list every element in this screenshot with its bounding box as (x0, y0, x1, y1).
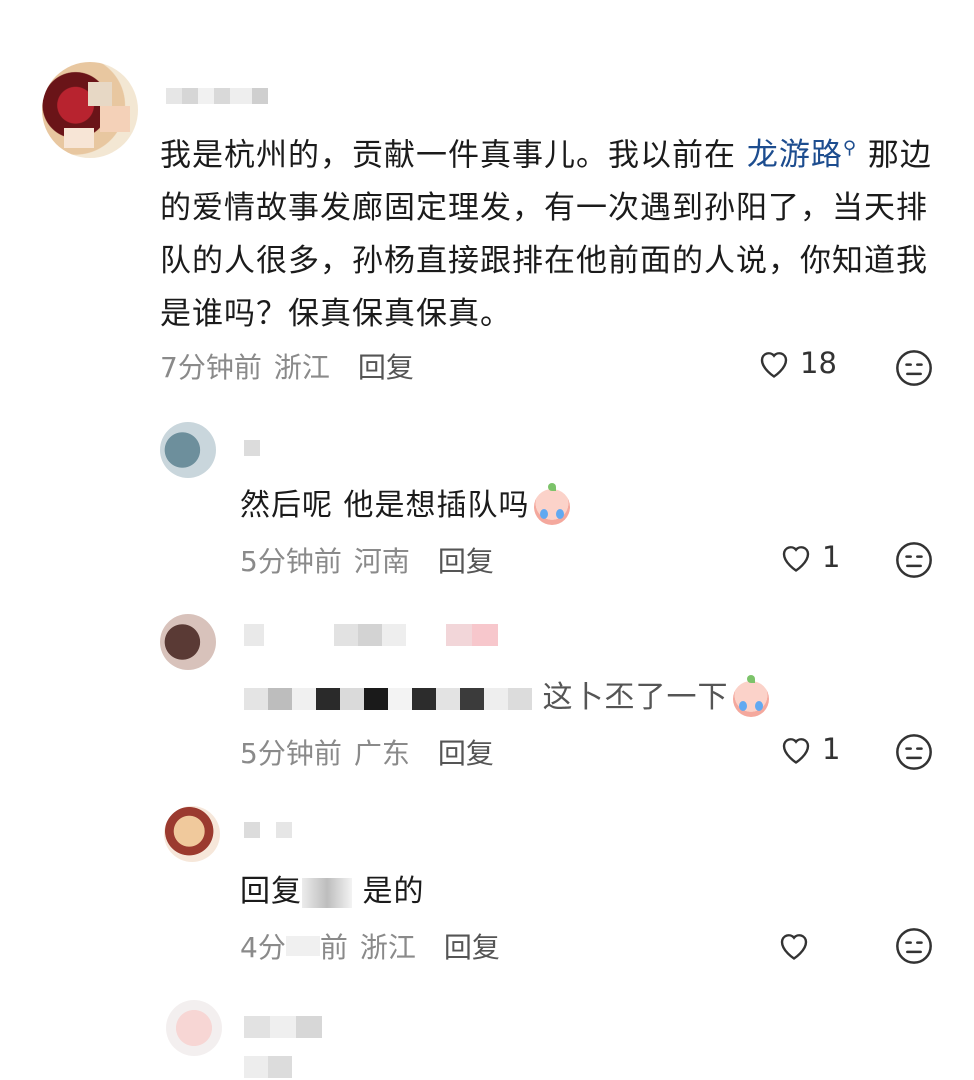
comment-text: 我是杭州的，贡献一件真事儿。我以前在 龙游路⚲ 那边的爱情故事发廊固定理发，有一… (160, 137, 932, 333)
like-button[interactable]: 1 (778, 540, 840, 574)
reply-button[interactable]: 回复 (358, 346, 414, 386)
obscured-text (244, 1056, 292, 1078)
comment-meta: 4分前 浙江 回复 (240, 926, 500, 966)
username-obscured[interactable] (244, 440, 260, 456)
location-label: 浙江 (359, 931, 416, 964)
obscured-text (244, 687, 532, 710)
avatar[interactable] (166, 1000, 222, 1056)
obscured-text (302, 877, 352, 908)
neutral-face-icon (896, 350, 932, 386)
avatar[interactable] (42, 62, 138, 158)
dislike-button[interactable] (894, 540, 934, 584)
like-count: 1 (822, 732, 841, 766)
neutral-face-icon (896, 542, 932, 578)
heart-outline-icon (760, 352, 788, 378)
timestamp: 7分钟前 (160, 351, 262, 384)
dislike-button[interactable] (894, 926, 934, 970)
username-obscured[interactable] (244, 822, 292, 838)
laughing-emoji-icon (732, 674, 769, 717)
location-label: 河南 (353, 545, 410, 578)
comment-meta: 5分钟前 广东 回复 (240, 732, 494, 772)
location-label: 浙江 (273, 351, 330, 384)
comment-thread: 我是杭州的，贡献一件真事儿。我以前在 龙游路⚲ 那边的爱情故事发廊固定理发，有一… (0, 0, 974, 1080)
reply-button[interactable]: 回复 (444, 926, 500, 966)
comment-text: 回复 是的 (240, 874, 425, 909)
comment-meta: 5分钟前 河南 回复 (240, 540, 494, 580)
like-button[interactable]: 1 (778, 732, 840, 766)
obscured-text (285, 936, 320, 956)
search-icon: ⚲ (842, 138, 858, 159)
like-button[interactable] (776, 928, 820, 962)
location-link[interactable]: 龙游路⚲ (747, 137, 868, 173)
like-count: 1 (822, 540, 841, 574)
heart-outline-icon (782, 738, 810, 764)
neutral-face-icon (896, 734, 932, 770)
username-obscured[interactable] (244, 624, 498, 646)
comment-text: 然后呢 他是想插队吗 (240, 480, 570, 525)
avatar[interactable] (160, 614, 216, 670)
timestamp: 5分钟前 (240, 545, 342, 578)
reply-button[interactable]: 回复 (438, 732, 494, 772)
heart-outline-icon (780, 934, 808, 960)
location-label: 广东 (353, 737, 410, 770)
heart-outline-icon (782, 546, 810, 572)
avatar[interactable] (160, 422, 216, 478)
comment-meta: 7分钟前 浙江 回复 (160, 346, 414, 386)
like-count: 18 (800, 346, 837, 380)
like-button[interactable]: 18 (756, 346, 837, 380)
laughing-emoji-icon (533, 482, 570, 525)
neutral-face-icon (896, 928, 932, 964)
timestamp: 4分 (240, 931, 286, 964)
dislike-button[interactable] (894, 348, 934, 392)
reply-button[interactable]: 回复 (438, 540, 494, 580)
dislike-button[interactable] (894, 732, 934, 776)
timestamp: 5分钟前 (240, 737, 342, 770)
username-obscured[interactable] (166, 88, 268, 104)
username-obscured[interactable] (244, 1016, 322, 1038)
avatar[interactable] (164, 806, 220, 862)
comment-text: 这卜丕了一下 (244, 672, 769, 717)
